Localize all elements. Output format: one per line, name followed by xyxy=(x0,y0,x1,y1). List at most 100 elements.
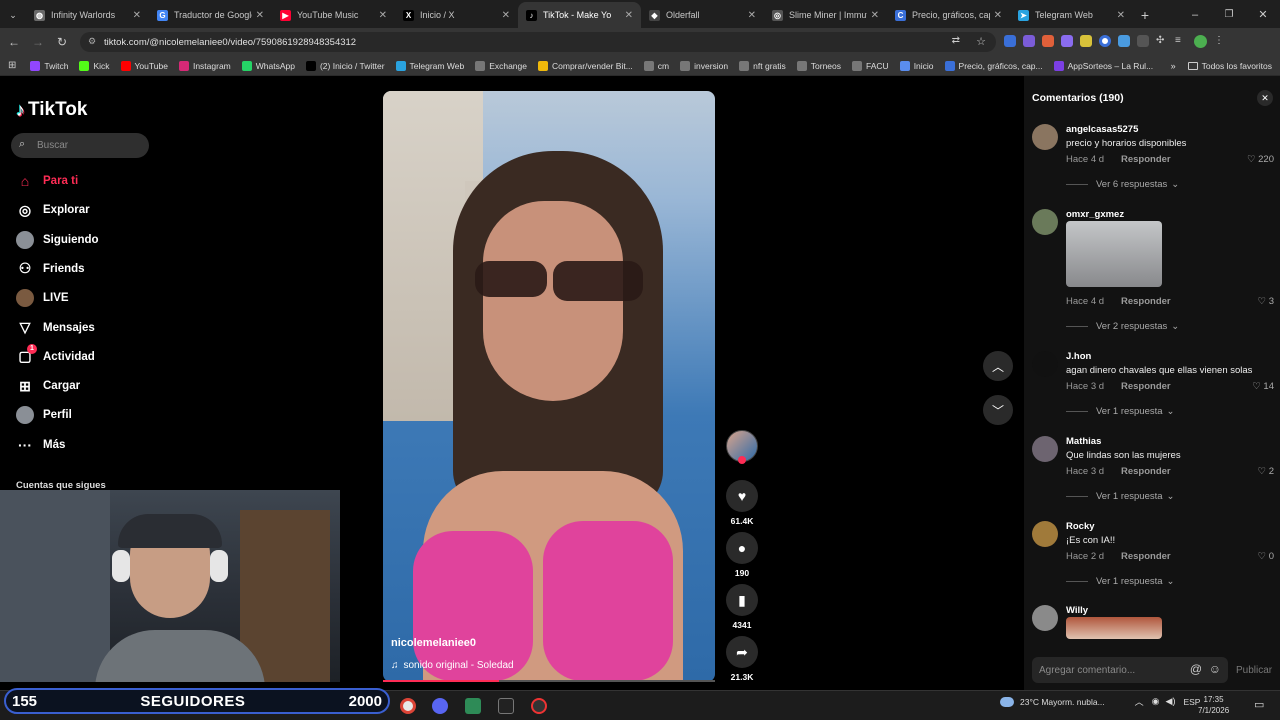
epic-games-icon[interactable] xyxy=(498,698,514,714)
extension-icon[interactable] xyxy=(1099,35,1111,47)
bookmark-item[interactable]: Precio, gráficos, cap... xyxy=(944,60,1043,71)
taskbar-clock[interactable]: 17:35 7/1/2026 xyxy=(1198,694,1229,716)
comment-image[interactable] xyxy=(1066,617,1162,639)
comment-username[interactable]: J.hon xyxy=(1066,351,1091,362)
close-tab-icon[interactable]: ✕ xyxy=(625,10,633,21)
close-tab-icon[interactable]: ✕ xyxy=(994,10,1002,21)
follow-plus-icon[interactable] xyxy=(738,456,746,464)
commenter-avatar[interactable] xyxy=(1032,605,1058,631)
translate-icon[interactable]: ⇄ xyxy=(952,35,960,46)
tray-chevron-icon[interactable]: ︿ xyxy=(1135,695,1144,708)
share-button[interactable]: ➦ 21.3K xyxy=(726,636,758,682)
menu-kebab-icon[interactable]: ⋮ xyxy=(1214,35,1226,47)
bookmark-item[interactable]: AppSorteos – La Rul... xyxy=(1053,60,1153,71)
apps-grid-icon[interactable]: ⊞ xyxy=(8,60,16,71)
comment-image[interactable] xyxy=(1066,221,1162,287)
video-sound[interactable]: ♫ sonido original - Soledad xyxy=(391,660,514,671)
browser-tab[interactable]: ▶ YouTube Music ✕ xyxy=(272,2,395,28)
bookmark-item[interactable]: WhatsApp xyxy=(241,60,295,71)
author-avatar-button[interactable] xyxy=(726,430,758,464)
bookmark-item[interactable]: Telegram Web xyxy=(395,60,464,71)
browser-tab[interactable]: G Traductor de Google ✕ xyxy=(149,2,272,28)
discord-icon[interactable] xyxy=(432,698,448,714)
bookmark-item[interactable]: Exchange xyxy=(475,60,527,71)
bookmark-item[interactable]: YouTube xyxy=(120,60,168,71)
close-tab-icon[interactable]: ✕ xyxy=(379,10,387,21)
bookmark-item[interactable]: FACU xyxy=(852,60,889,71)
forward-icon[interactable]: → xyxy=(26,35,50,49)
close-tab-icon[interactable]: ✕ xyxy=(256,10,264,21)
close-tab-icon[interactable]: ✕ xyxy=(1117,10,1125,21)
video-author[interactable]: nicolemelaniee0 xyxy=(391,637,476,649)
restore-icon[interactable]: ❐ xyxy=(1212,2,1246,28)
browser-tab[interactable]: X Inicio / X ✕ xyxy=(395,2,518,28)
bookmark-item[interactable]: Instagram xyxy=(178,60,231,71)
close-tab-icon[interactable]: ✕ xyxy=(748,10,756,21)
back-icon[interactable]: ← xyxy=(2,35,26,49)
extension-icon[interactable] xyxy=(1023,35,1035,47)
view-replies-button[interactable]: Ver 1 respuesta ⌄ xyxy=(1066,406,1175,417)
next-video-button[interactable]: ﹀ xyxy=(983,395,1013,425)
comment-username[interactable]: Mathias xyxy=(1066,436,1101,447)
comment-like-button[interactable]: ♡ 2 xyxy=(1258,466,1274,477)
bookmark-item[interactable]: nft gratis xyxy=(739,60,786,71)
extension-icon[interactable] xyxy=(1080,35,1092,47)
comment-username[interactable]: omxr_gxmez xyxy=(1066,209,1124,220)
sidebar-item-friends[interactable]: ⚇ Friends xyxy=(16,260,85,278)
extensions-puzzle-icon[interactable]: ✣ xyxy=(1156,35,1168,47)
previous-video-button[interactable]: ︿ xyxy=(983,351,1013,381)
sidebar-item-actividad[interactable]: ▢ Actividad 1 xyxy=(16,343,95,366)
reply-button[interactable]: Responder xyxy=(1121,296,1171,307)
comment-like-button[interactable]: ♡ 0 xyxy=(1258,551,1274,562)
reply-button[interactable]: Responder xyxy=(1121,381,1171,392)
network-icon[interactable]: ◉ xyxy=(1152,696,1160,707)
comment-like-button[interactable]: ♡ 14 xyxy=(1252,381,1274,392)
browser-tab[interactable]: ➤ Telegram Web ✕ xyxy=(1010,2,1133,28)
browser-tab[interactable]: ◆ Olderfall ✕ xyxy=(641,2,764,28)
emoji-icon[interactable]: ☺ xyxy=(1209,662,1221,676)
bookmark-item[interactable]: Twitch xyxy=(30,60,68,71)
browser-tab[interactable]: C Precio, gráficos, capi ✕ xyxy=(887,2,1010,28)
volume-icon[interactable]: ◀) xyxy=(1166,696,1176,707)
sidebar-item-m-s[interactable]: ··· Más xyxy=(16,436,65,454)
sidebar-item-cargar[interactable]: ⊞ Cargar xyxy=(16,377,80,395)
app-icon[interactable] xyxy=(465,698,481,714)
view-replies-button[interactable]: Ver 6 respuestas ⌄ xyxy=(1066,179,1179,190)
reload-icon[interactable]: ↻ xyxy=(50,35,74,49)
bookmark-item[interactable]: Comprar/vender Bit... xyxy=(538,60,633,71)
comment-username[interactable]: Rocky xyxy=(1066,521,1095,532)
reply-button[interactable]: Responder xyxy=(1121,551,1171,562)
new-tab-button[interactable]: + xyxy=(1133,2,1157,28)
bookmark-item[interactable]: Inicio xyxy=(899,60,934,71)
bookmark-item[interactable]: Torneos xyxy=(796,60,841,71)
chrome-icon[interactable] xyxy=(400,698,416,714)
browser-tab[interactable]: ◎ Slime Miner | Immuta ✕ xyxy=(764,2,887,28)
view-replies-button[interactable]: Ver 2 respuestas ⌄ xyxy=(1066,321,1179,332)
address-bar[interactable]: ⚙ tiktok.com/@nicolemelaniee0/video/7590… xyxy=(80,32,996,52)
profile-avatar-icon[interactable] xyxy=(1194,35,1207,48)
view-replies-button[interactable]: Ver 1 respuesta ⌄ xyxy=(1066,576,1175,587)
notifications-icon[interactable]: ▭ xyxy=(1254,698,1264,711)
bookmark-item[interactable]: (2) Inicio / Twitter xyxy=(305,60,385,71)
like-button[interactable]: ♥ 61.4K xyxy=(726,480,758,526)
sidebar-item-siguiendo[interactable]: Siguiendo xyxy=(16,230,99,249)
tab-search-icon[interactable]: ⌄ xyxy=(0,2,26,28)
close-window-icon[interactable]: ✕ xyxy=(1246,2,1280,28)
sidebar-item-para-ti[interactable]: ⌂ Para ti xyxy=(16,172,78,190)
search-input[interactable]: ⌕ Buscar xyxy=(11,133,149,158)
minimize-icon[interactable]: – xyxy=(1178,2,1212,28)
video-progress-bar[interactable] xyxy=(383,680,715,682)
sidebar-item-live[interactable]: LIVE xyxy=(16,289,69,308)
view-replies-button[interactable]: Ver 1 respuesta ⌄ xyxy=(1066,491,1175,502)
tiktok-logo[interactable]: ♪ TikTok xyxy=(16,99,87,121)
bookmark-item[interactable]: cm xyxy=(643,60,669,71)
extension-icon[interactable] xyxy=(1042,35,1054,47)
post-comment-button[interactable]: Publicar xyxy=(1236,665,1272,676)
bookmark-item[interactable]: Kick xyxy=(79,60,110,71)
comment-username[interactable]: angelcasas5275 xyxy=(1066,124,1138,135)
reading-list-icon[interactable]: ≡ xyxy=(1175,35,1187,47)
commenter-avatar[interactable] xyxy=(1032,124,1058,150)
reply-button[interactable]: Responder xyxy=(1121,466,1171,477)
comment-like-button[interactable]: ♡ 220 xyxy=(1247,154,1274,165)
bookmark-star-icon[interactable]: ☆ xyxy=(976,35,986,48)
